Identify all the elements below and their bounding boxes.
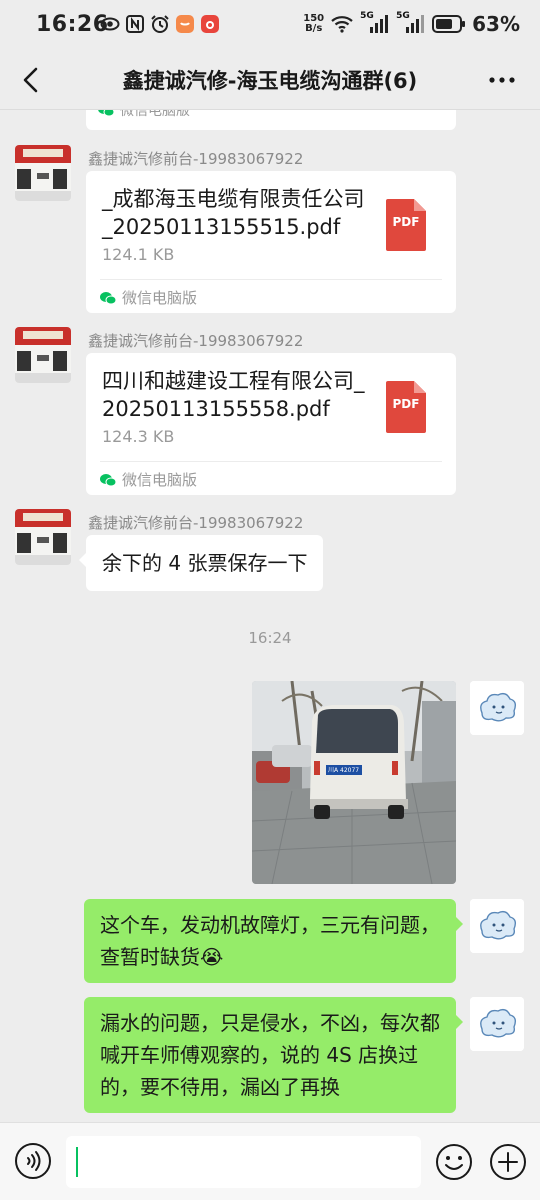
avatar-image: [15, 145, 71, 201]
card-source-label: 微信电脑版: [122, 471, 198, 489]
status-right-icons: 150 B/s 5G 5G 63%: [303, 11, 520, 36]
sender-name: 鑫捷诚汽修前台-19983067922: [88, 150, 304, 168]
card-divider: [100, 461, 442, 462]
wechat-icon: [100, 291, 116, 304]
chat-header: 鑫捷诚汽修-海玉电缆沟通群(6): [0, 50, 540, 110]
avatar[interactable]: [15, 327, 71, 383]
eye-icon: [100, 17, 120, 31]
file-card-partial[interactable]: 微信电脑版: [86, 110, 456, 130]
time-separator: 16:24: [248, 629, 292, 647]
status-bar: 16:26 150 B/s 5G 5G 63%: [0, 0, 540, 50]
text-message-bubble-mine[interactable]: 这个车，发动机故障灯，三元有问题，查暂时缺货😭: [84, 899, 463, 983]
cell-signal-2-label: 5G: [396, 11, 410, 21]
app-notification-icon: [176, 15, 194, 33]
file-name: 四川和越建设工程有限公司_20250113155558.pdf: [102, 369, 365, 421]
file-size: 124.3 KB: [102, 427, 175, 446]
message-input[interactable]: [66, 1136, 421, 1188]
battery-percent: 63%: [472, 12, 520, 36]
wifi-icon: [331, 16, 353, 33]
wechat-icon: [100, 473, 116, 486]
card-source: 微信电脑版: [100, 287, 197, 308]
cloud-avatar-icon: [470, 997, 524, 1051]
cloud-avatar-icon: [470, 899, 524, 953]
text-message-bubble-mine[interactable]: 漏水的问题，只是侵水，不凶，每次都喊开车师傅观察的，说的 4S 店换过的，要不待…: [84, 997, 463, 1113]
emoji-icon[interactable]: [434, 1142, 474, 1182]
avatar[interactable]: [15, 509, 71, 565]
sender-name: 鑫捷诚汽修前台-19983067922: [88, 332, 304, 350]
my-avatar[interactable]: [470, 899, 524, 953]
card-source: 微信电脑版: [100, 469, 197, 490]
avatar-image: [15, 509, 71, 565]
network-speed-unit: B/s: [305, 23, 323, 34]
nfc-icon: [126, 15, 144, 33]
file-message-card[interactable]: _成都海玉电缆有限责任公司_20250113155515.pdf 124.1 K…: [86, 171, 456, 313]
alarm-icon: [151, 15, 169, 33]
chat-title: 鑫捷诚汽修-海玉电缆沟通群(6): [122, 69, 418, 93]
plus-icon[interactable]: [488, 1142, 528, 1182]
card-divider: [100, 279, 442, 280]
card-source-label: 微信电脑版: [120, 110, 190, 119]
more-dots-icon[interactable]: [484, 62, 520, 98]
text-caret: [76, 1147, 78, 1177]
battery-icon: [432, 15, 466, 33]
image-message[interactable]: 川A 42077: [252, 681, 456, 884]
cell-signal-1: 5G: [360, 11, 390, 35]
file-message-card[interactable]: 四川和越建设工程有限公司_20250113155558.pdf 124.3 KB…: [86, 353, 456, 495]
my-avatar[interactable]: [470, 681, 524, 735]
cell-signal-1-label: 5G: [360, 11, 374, 21]
sender-name: 鑫捷诚汽修前台-19983067922: [88, 514, 304, 532]
input-bar: [0, 1122, 540, 1200]
text-message-bubble[interactable]: 余下的 4 张票保存一下: [78, 535, 324, 591]
cell-signal-2: 5G: [396, 11, 426, 35]
card-source: 微信电脑版: [98, 110, 190, 120]
status-time: 16:26: [36, 12, 109, 37]
chat-message-list[interactable]: 微信电脑版 鑫捷诚汽修前台-19983067922 _成都海玉电缆有限责任公司_…: [0, 110, 540, 1122]
pdf-badge-label: PDF: [392, 397, 420, 411]
file-size: 124.1 KB: [102, 245, 175, 264]
voice-icon[interactable]: [14, 1142, 52, 1180]
plate-text: 川A 42077: [328, 767, 360, 774]
back-icon[interactable]: [14, 62, 50, 98]
file-name: _成都海玉电缆有限责任公司_20250113155515.pdf: [102, 187, 365, 239]
cloud-avatar-icon: [470, 681, 524, 735]
my-avatar[interactable]: [470, 997, 524, 1051]
network-speed: 150 B/s: [303, 14, 324, 34]
avatar[interactable]: [15, 145, 71, 201]
card-source-label: 微信电脑版: [122, 289, 198, 307]
app-notification-icon-2: [201, 15, 219, 33]
van-photo: [252, 681, 456, 884]
wechat-icon: [98, 110, 114, 117]
avatar-image: [15, 327, 71, 383]
status-notification-icons: [100, 14, 220, 34]
pdf-badge-label: PDF: [392, 215, 420, 229]
